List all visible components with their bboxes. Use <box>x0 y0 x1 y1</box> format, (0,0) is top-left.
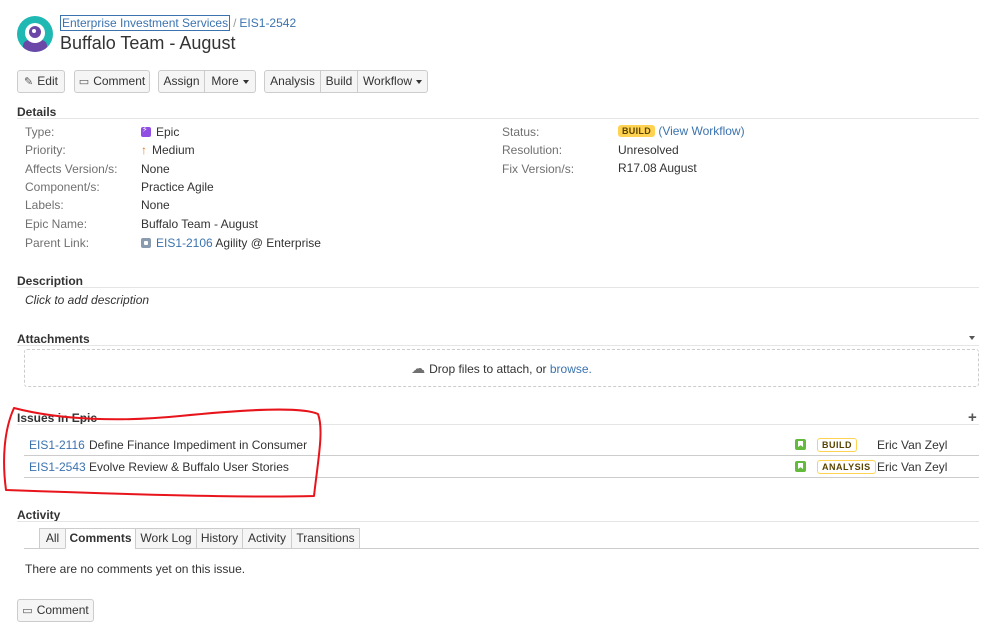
caret-down-icon <box>242 79 249 84</box>
comment-button-label: Comment <box>93 74 146 88</box>
more-dropdown-button[interactable]: More <box>204 70 256 93</box>
edit-button-label: Edit <box>37 74 58 88</box>
tab-transitions[interactable]: Transitions <box>291 528 360 549</box>
parent-link-label: Parent Link: <box>25 236 90 250</box>
status-label: Status: <box>502 125 540 139</box>
breadcrumb-project-link[interactable]: Enterprise Investment Services <box>60 15 231 31</box>
project-avatar[interactable] <box>17 16 53 52</box>
browse-link[interactable]: browse. <box>550 362 592 376</box>
comment-button[interactable]: ▭ Comment <box>74 70 150 93</box>
issue-summary: Evolve Review & Buffalo User Stories <box>89 460 289 474</box>
epic-name-label: Epic Name: <box>25 217 88 231</box>
breadcrumb-issue-key-link[interactable]: EIS1-2542 <box>239 16 296 30</box>
affects-version-label: Affects Version/s: <box>25 162 118 176</box>
tab-comments[interactable]: Comments <box>65 528 136 549</box>
description-heading: Description <box>17 274 84 288</box>
issue-key-link[interactable]: EIS1-2116 <box>29 438 85 452</box>
fix-version-link[interactable]: R17.08 August <box>618 161 697 175</box>
issues-in-epic-heading: Issues in Epic <box>17 411 98 425</box>
parent-link-icon <box>141 238 151 248</box>
epic-name-value: Buffalo Team - August <box>141 217 258 231</box>
table-row[interactable]: EIS1-2116 Define Finance Impediment in C… <box>24 434 979 456</box>
add-icon[interactable]: + <box>968 409 977 426</box>
type-value-text: Epic <box>156 125 180 139</box>
view-workflow-link[interactable]: (View Workflow) <box>658 124 744 138</box>
attachments-divider <box>17 345 979 346</box>
page-title: Buffalo Team - August <box>60 33 236 53</box>
priority-medium-icon: ↑ <box>141 143 147 157</box>
resolution-value: Unresolved <box>618 143 679 157</box>
tab-all[interactable]: All <box>39 528 66 549</box>
component-label: Component/s: <box>25 180 100 194</box>
epic-icon <box>141 125 151 137</box>
description-divider <box>17 287 979 288</box>
breadcrumb-separator: / <box>233 16 237 30</box>
story-icon <box>795 461 806 472</box>
cloud-upload-icon: ☁ <box>411 360 426 376</box>
details-heading: Details <box>17 105 57 119</box>
no-comments-message: There are no comments yet on this issue. <box>25 562 246 576</box>
assignee: Eric Van Zeyl <box>877 438 948 452</box>
activity-divider <box>17 521 979 522</box>
analysis-button[interactable]: Analysis <box>264 70 321 93</box>
status-value: BUILD (View Workflow) <box>618 124 745 138</box>
fix-version-label: Fix Version/s: <box>502 162 575 176</box>
type-value: Epic <box>141 125 179 139</box>
workflow-button-label: Workflow <box>362 74 413 88</box>
component-link[interactable]: Practice Agile <box>141 180 214 194</box>
workflow-dropdown-button[interactable]: Workflow <box>357 70 428 93</box>
tab-work-log[interactable]: Work Log <box>135 528 197 549</box>
parent-issue-link[interactable]: EIS1-2106 <box>156 236 213 250</box>
dropzone-text: Drop files to attach, or <box>429 362 550 376</box>
labels-value: None <box>141 198 170 212</box>
attachment-dropzone[interactable]: ☁ Drop files to attach, or browse. <box>24 349 979 387</box>
comment-icon: ▭ <box>22 605 33 617</box>
priority-value: ↑ Medium <box>141 143 195 157</box>
labels-label: Labels: <box>25 198 64 212</box>
add-comment-button[interactable]: ▭ Comment <box>17 599 94 622</box>
status-badge: BUILD <box>618 125 655 137</box>
parent-link-value: EIS1-2106 Agility @ Enterprise <box>141 236 321 250</box>
issue-key-link[interactable]: EIS1-2543 <box>29 460 86 474</box>
assignee: Eric Van Zeyl <box>877 460 948 474</box>
status-lozenge: BUILD <box>817 438 857 452</box>
attachments-options-icon[interactable] <box>969 336 975 340</box>
status-lozenge: ANALYSIS <box>817 460 876 474</box>
caret-down-icon <box>416 79 423 84</box>
details-divider <box>17 118 979 119</box>
resolution-label: Resolution: <box>502 143 563 157</box>
activity-heading: Activity <box>17 508 61 522</box>
priority-value-text: Medium <box>152 143 195 157</box>
table-row[interactable]: EIS1-2543 Evolve Review & Buffalo User S… <box>24 456 979 478</box>
pencil-icon: ✎ <box>24 76 34 88</box>
more-button-label: More <box>211 74 239 88</box>
priority-label: Priority: <box>25 143 66 157</box>
type-label: Type: <box>25 125 55 139</box>
breadcrumb: Enterprise Investment Services / EIS1-2542 <box>60 15 296 31</box>
issue-summary: Define Finance Impediment in Consumer <box>89 438 308 452</box>
comment-icon: ▭ <box>78 76 90 88</box>
add-comment-button-label: Comment <box>36 603 89 617</box>
issues-in-epic-divider <box>17 424 979 425</box>
build-button[interactable]: Build <box>320 70 358 93</box>
description-placeholder[interactable]: Click to add description <box>25 293 149 307</box>
attachments-heading: Attachments <box>17 332 90 346</box>
parent-summary: Agility @ Enterprise <box>215 236 321 250</box>
tab-activity[interactable]: Activity <box>242 528 292 549</box>
affects-version-value: None <box>141 162 170 176</box>
assign-button[interactable]: Assign <box>158 70 205 93</box>
story-icon <box>795 439 806 450</box>
tab-history[interactable]: History <box>196 528 243 549</box>
edit-button[interactable]: ✎ Edit <box>17 70 65 93</box>
